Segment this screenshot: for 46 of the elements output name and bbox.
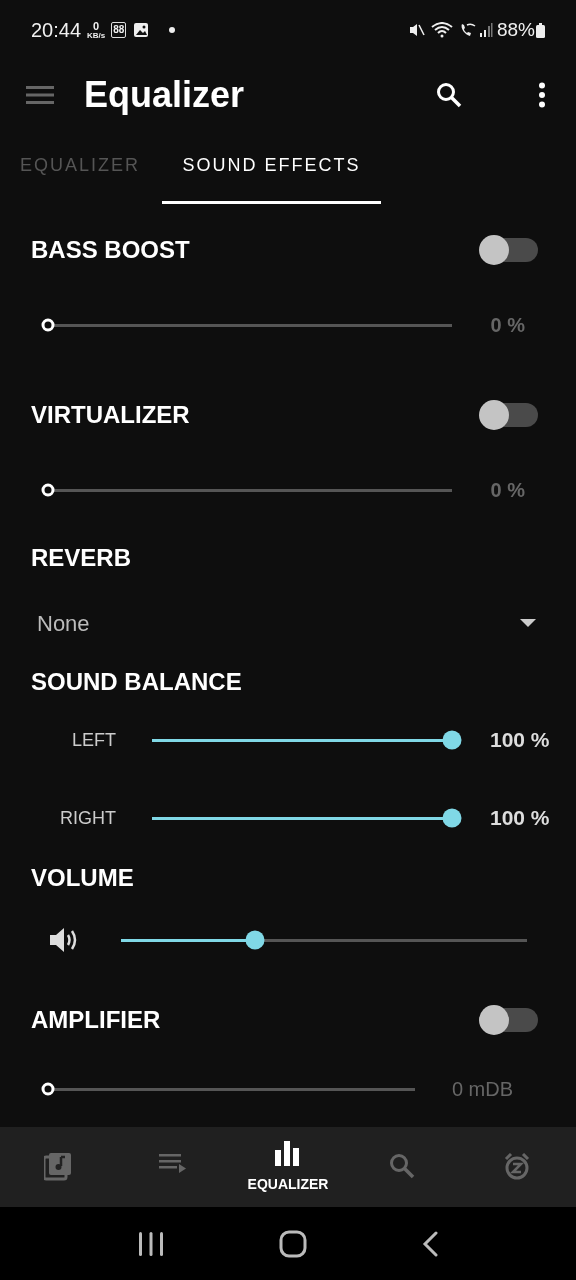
slider-value: 0 %	[489, 313, 525, 338]
channel-label: LEFT	[71, 728, 116, 752]
battery-icon	[536, 22, 545, 38]
section-title: BASS BOOST	[31, 235, 190, 265]
slider-value: 100 %	[490, 727, 550, 754]
music-library-icon	[43, 1153, 72, 1181]
slider-thumb[interactable]	[442, 808, 462, 828]
section-title: SOUND BALANCE	[31, 667, 242, 697]
reverb-dropdown[interactable]: None	[0, 600, 576, 646]
section-title: AMPLIFIER	[31, 1005, 161, 1035]
speaker-icon	[49, 927, 78, 953]
slider-thumb[interactable]	[41, 483, 55, 497]
section-title: REVERB	[31, 543, 132, 573]
notification-badge: 88	[111, 22, 127, 38]
section-title: VIRTUALIZER	[31, 400, 190, 430]
home-icon[interactable]	[279, 1229, 307, 1258]
slider-value: 100 %	[490, 805, 550, 832]
app-title: Equalizer	[84, 73, 245, 117]
dropdown-caret-icon	[520, 619, 536, 627]
equalizer-icon	[274, 1139, 302, 1168]
slider-thumb[interactable]	[245, 930, 265, 950]
network-speed: 0	[93, 20, 100, 32]
wifi-icon	[430, 22, 453, 38]
tab[interactable]: SOUND EFFECTS	[162, 130, 381, 204]
mute-icon	[408, 22, 425, 38]
more-options-icon[interactable]	[538, 82, 546, 108]
battery-percent: 88%	[496, 17, 535, 42]
image-icon	[133, 22, 150, 38]
menu-icon[interactable]	[26, 85, 54, 105]
channel-label: RIGHT	[59, 806, 116, 830]
slider-value: 0 mDB	[450, 1077, 513, 1102]
slider-thumb[interactable]	[442, 730, 462, 750]
recent-apps-icon[interactable]	[137, 1231, 164, 1256]
slider-value: 0 %	[489, 478, 525, 503]
slider-thumb[interactable]	[41, 1082, 55, 1096]
signal-icon	[478, 22, 493, 38]
slider-thumb[interactable]	[41, 318, 55, 332]
section-title: VOLUME	[31, 863, 134, 893]
dot-icon	[169, 27, 176, 33]
toggle-switch[interactable]	[480, 238, 538, 262]
speed-unit: KB/s	[87, 31, 106, 40]
toggle-switch[interactable]	[480, 1008, 538, 1032]
toggle-switch[interactable]	[480, 403, 538, 427]
clock-time: 20:44	[31, 18, 82, 43]
back-icon[interactable]	[422, 1230, 439, 1257]
search-icon[interactable]	[436, 82, 462, 108]
